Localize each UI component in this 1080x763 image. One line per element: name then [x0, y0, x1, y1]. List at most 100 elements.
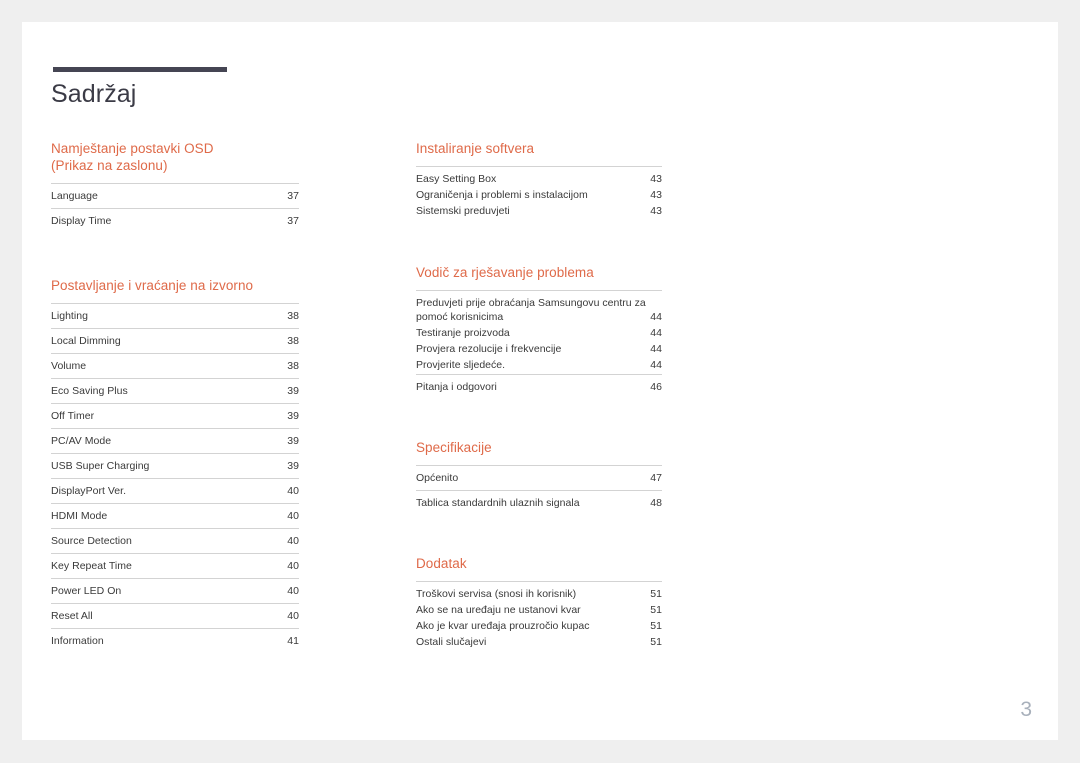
toc-entry-page: 48 [650, 497, 662, 509]
toc-entry-label: Sistemski preduvjeti [416, 205, 510, 217]
page-title: Sadržaj [51, 80, 137, 108]
toc-entry-label: Easy Setting Box [416, 173, 497, 185]
toc-entry[interactable]: Reset All 40 [51, 603, 299, 628]
toc-entry[interactable]: Provjera rezolucije i frekvencije 44 [416, 342, 662, 358]
toc-entry-list: Preduvjeti prije obraćanja Samsungovu ce… [416, 290, 662, 399]
toc-entry-list: Općenito 47 Tablica standardnih ulaznih si… [416, 465, 662, 515]
toc-entry-label: HDMI Mode [51, 510, 108, 522]
right-column: Instaliranje softvera Easy Setting Box 43 O… [416, 140, 662, 651]
toc-entry-page: 39 [287, 385, 299, 397]
toc-entry-label: Power LED On [51, 585, 122, 597]
toc-entry-page: 37 [287, 190, 299, 202]
toc-entry[interactable]: Eco Saving Plus 39 [51, 378, 299, 403]
toc-entry[interactable]: Sistemski preduvjeti 43 [416, 204, 662, 220]
toc-entry-page: 51 [650, 588, 662, 600]
toc-entry-page: 44 [650, 311, 662, 323]
toc-entry-page: 43 [650, 205, 662, 217]
toc-entry-label: Source Detection [51, 535, 132, 547]
toc-entry[interactable]: Display Time 37 [51, 208, 299, 233]
toc-entry[interactable]: Source Detection 40 [51, 528, 299, 553]
toc-entry-page: 40 [287, 510, 299, 522]
toc-entry[interactable]: Power LED On 40 [51, 578, 299, 603]
toc-entry-list: Language 37 Display Time 37 [51, 183, 299, 233]
section-heading: Vodič za rješavanje problema [416, 265, 594, 280]
section-heading: Instaliranje softvera [416, 141, 535, 156]
toc-entry-page: 40 [287, 610, 299, 622]
toc-entry-page: 43 [650, 173, 662, 185]
toc-entry[interactable]: Troškovi servisa (snosi ih korisnik) 51 [416, 581, 662, 603]
toc-entry[interactable]: Pitanja i odgovori 46 [416, 374, 662, 399]
toc-entry[interactable]: Lighting 38 [51, 303, 299, 328]
toc-entry-label: Eco Saving Plus [51, 385, 128, 397]
toc-entry-label: Testiranje proizvoda [416, 327, 510, 339]
toc-entry-label: PC/AV Mode [51, 435, 112, 447]
toc-entry[interactable]: Volume 38 [51, 353, 299, 378]
toc-entry-label: Preduvjeti prije obraćanja Samsungovu ce… [416, 297, 646, 323]
toc-entry[interactable]: Ako je kvar uređaja prouzročio kupac 51 [416, 619, 662, 635]
title-rule [53, 67, 227, 72]
toc-entry-label: Display Time [51, 215, 112, 227]
toc-entry-label: DisplayPort Ver. [51, 485, 127, 497]
toc-entry[interactable]: Općenito 47 [416, 465, 662, 490]
toc-entry-label: Volume [51, 360, 87, 372]
toc-entry-page: 51 [650, 620, 662, 632]
toc-entry-label: Ostali slučajevi [416, 636, 487, 648]
toc-entry-page: 39 [287, 410, 299, 422]
left-column: Namještanje postavki OSD (Prikaz na zaslo… [51, 140, 299, 653]
toc-entry[interactable]: Testiranje proizvoda 44 [416, 326, 662, 342]
toc-entry[interactable]: Ograničenja i problemi s instalacijom 43 [416, 188, 662, 204]
toc-entry-page: 39 [287, 435, 299, 447]
toc-entry-page: 44 [650, 343, 662, 355]
section-heading: Dodatak [416, 556, 467, 571]
toc-entry-page: 40 [287, 585, 299, 597]
toc-entry-label: Key Repeat Time [51, 560, 132, 572]
toc-entry[interactable]: Information 41 [51, 628, 299, 653]
toc-entry-label: Općenito [416, 472, 459, 484]
toc-entry-label: Ako je kvar uređaja prouzročio kupac [416, 620, 590, 632]
toc-entry[interactable]: DisplayPort Ver. 40 [51, 478, 299, 503]
toc-entry-label: Troškovi servisa (snosi ih korisnik) [416, 588, 577, 600]
toc-entry-page: 44 [650, 327, 662, 339]
toc-entry-label: Tablica standardnih ulaznih signala [416, 497, 580, 509]
toc-entry[interactable]: Preduvjeti prije obraćanja Samsungovu ce… [416, 290, 662, 326]
toc-entry-page: 43 [650, 189, 662, 201]
toc-entry[interactable]: Local Dimming 38 [51, 328, 299, 353]
toc-entry-page: 51 [650, 604, 662, 616]
toc-entry-page: 44 [650, 359, 662, 371]
toc-entry[interactable]: Tablica standardnih ulaznih signala 48 [416, 490, 662, 515]
section-heading: Postavljanje i vraćanje na izvorno [51, 278, 254, 293]
toc-entry[interactable]: Language 37 [51, 183, 299, 208]
toc-entry-page: 38 [287, 335, 299, 347]
toc-entry-label: USB Super Charging [51, 460, 150, 472]
toc-entry-page: 40 [287, 485, 299, 497]
toc-entry-label: Information [51, 635, 104, 647]
toc-entry-label: Provjera rezolucije i frekvencije [416, 343, 562, 355]
toc-entry-page: 38 [287, 360, 299, 372]
section-heading: Specifikacije [416, 440, 492, 455]
toc-entry[interactable]: Off Timer 39 [51, 403, 299, 428]
toc-entry-list: Lighting 38 Local Dimming 38 Volume 38 Eco Sav… [51, 303, 299, 653]
toc-entry[interactable]: Ostali slučajevi 51 [416, 635, 662, 651]
section-heading-line: Namještanje postavki OSD [51, 141, 214, 156]
toc-entry[interactable]: USB Super Charging 39 [51, 453, 299, 478]
toc-entry-page: 40 [287, 560, 299, 572]
toc-entry-label: Pitanja i odgovori [416, 381, 497, 393]
document-page: Sadržaj Namještanje postavki OSD (Prikaz … [22, 22, 1058, 740]
toc-entry[interactable]: HDMI Mode 40 [51, 503, 299, 528]
toc-entry-label: Provjerite sljedeće. [416, 359, 506, 371]
toc-entry-label: Reset All [51, 610, 93, 622]
toc-entry[interactable]: Key Repeat Time 40 [51, 553, 299, 578]
toc-entry-page: 47 [650, 472, 662, 484]
toc-entry[interactable]: Easy Setting Box 43 [416, 166, 662, 188]
toc-entry-page: 51 [650, 636, 662, 648]
toc-entry-label: Off Timer [51, 410, 95, 422]
toc-entry-label: Ograničenja i problemi s instalacijom [416, 189, 588, 201]
toc-entry[interactable]: Provjerite sljedeće. 44 [416, 358, 662, 374]
toc-entry-page: 41 [287, 635, 299, 647]
toc-entry[interactable]: PC/AV Mode 39 [51, 428, 299, 453]
toc-entry[interactable]: Ako se na uređaju ne ustanovi kvar 51 [416, 603, 662, 619]
